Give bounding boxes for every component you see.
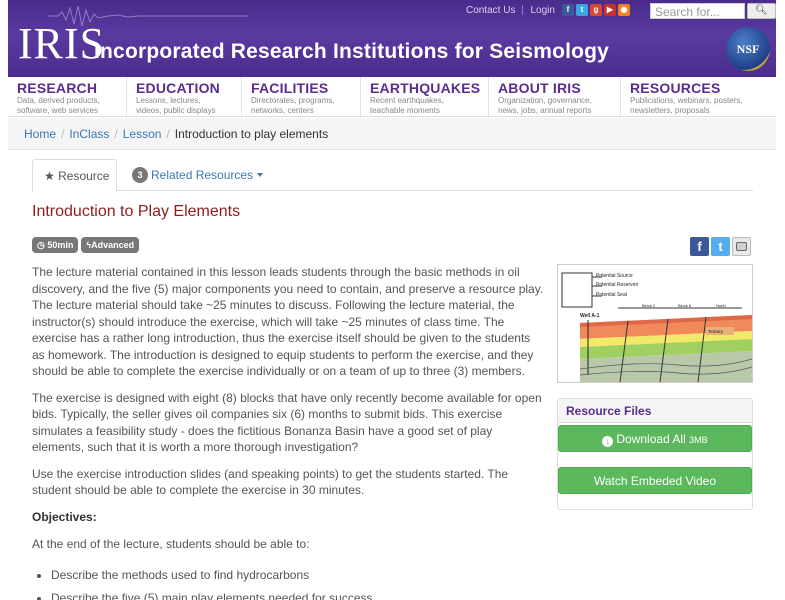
breadcrumb-separator: / (166, 127, 170, 141)
tab-resource-label: Resource (58, 169, 110, 183)
caret-down-icon (257, 173, 264, 177)
breadcrumb: Home / InClass / Lesson / Introduction to play… (8, 118, 776, 150)
search-button[interactable]: 🔍︎ (747, 3, 776, 19)
nav-subtitle: Publications, webinars, posters, (630, 96, 743, 105)
objective-item: Describe the five (5) main play elements… (51, 590, 544, 600)
nav-subtitle: Data, derived products, (17, 96, 100, 105)
nav-title: RESEARCH (17, 80, 98, 96)
nav-subtitle: networks, centers (251, 106, 314, 115)
lesson-labels: ◷ 50min ϟAdvanced (32, 237, 140, 253)
rss-icon[interactable]: ◉ (618, 4, 630, 16)
download-size: 3MB (689, 435, 708, 445)
iris-logo[interactable]: IRIS (18, 22, 105, 66)
nav-resources[interactable]: RESOURCES Publications, webinars, poster… (621, 77, 776, 117)
lesson-thumbnail[interactable]: Potential Source Potential Reservoir Pot… (557, 264, 753, 383)
download-all-button[interactable]: ↓ Download All 3MB (558, 425, 752, 452)
watch-video-label: Watch Embeded Video (593, 474, 717, 488)
classroom-share-icon[interactable] (732, 237, 751, 256)
facebook-icon[interactable]: f (562, 4, 574, 16)
nav-title: ABOUT IRIS (498, 80, 581, 96)
nav-title: FACILITIES (251, 80, 329, 96)
duration-badge: ◷ 50min (32, 237, 79, 253)
nav-research[interactable]: RESEARCH Data, derived products, softwar… (8, 77, 127, 117)
nsf-logo[interactable]: NSF (726, 27, 770, 71)
breadcrumb-separator: / (114, 127, 118, 141)
main-navigation: RESEARCH Data, derived products, softwar… (8, 77, 776, 117)
description-paragraph: Use the exercise introduction slides (an… (32, 466, 509, 498)
duration-text: 50min (47, 240, 74, 250)
nav-title: EDUCATION (136, 80, 220, 96)
level-text: Advanced (91, 240, 135, 250)
youtube-icon[interactable]: ▶ (604, 4, 616, 16)
resource-files-panel: Resource Files ↓ Download All 3MB Watch E… (557, 398, 753, 510)
breadcrumb-inclass[interactable]: InClass (69, 127, 109, 141)
login-link[interactable]: Login (530, 5, 554, 16)
nav-title: EARTHQUAKES (370, 80, 481, 96)
top-links: Contact Us Login (466, 5, 555, 16)
site-header: IRIS Incorporated Research Institutions … (8, 0, 776, 77)
lesson-description: The lecture material contained in this l… (32, 264, 544, 600)
star-icon: ★ (44, 169, 55, 183)
nav-subtitle: teachable moments (370, 106, 440, 115)
org-title: Incorporated Research Institutions for S… (94, 40, 610, 63)
share-buttons: f t (690, 237, 751, 256)
nav-subtitle: videos, public displays (136, 106, 216, 115)
social-icons: f t g ▶ ◉ (562, 4, 630, 16)
legend-seal: Potential Seal (596, 292, 627, 298)
related-count-badge: 3 (132, 167, 148, 183)
nav-subtitle: Organization, governance, (498, 96, 592, 105)
tertiary-label: Tertiary (708, 329, 724, 334)
legend-source: Potential Source (596, 273, 633, 279)
breadcrumb-home[interactable]: Home (24, 127, 56, 141)
twitter-icon[interactable]: t (576, 4, 588, 16)
objectives-list: Describe the methods used to find hydroc… (51, 567, 544, 600)
resource-tabs: ★ Resource 3 Related Resources (32, 159, 753, 192)
level-badge: ϟAdvanced (81, 237, 140, 253)
description-paragraph: The lecture material contained in this l… (32, 265, 544, 378)
search-icon: 🔍︎ (755, 5, 768, 16)
nav-subtitle: newsletters, proposals (630, 106, 710, 115)
description-paragraph: The exercise is designed with eight (8) … (32, 390, 542, 455)
objectives-heading: Objectives: (32, 509, 97, 524)
nav-subtitle: Directorates, programs, (251, 96, 335, 105)
north-label: North (716, 303, 726, 308)
clock-icon: ◷ (37, 240, 45, 250)
nav-title: RESOURCES (630, 80, 721, 96)
twitter-share-icon[interactable]: t (711, 237, 730, 256)
nav-subtitle: news, jobs, annual reports (498, 106, 592, 115)
tab-resource[interactable]: ★ Resource (32, 159, 117, 192)
tab-related-resources[interactable]: 3 Related Resources (132, 159, 264, 191)
legend-reservoir: Potential Reservoir (596, 282, 639, 288)
play-elements-diagram: Potential Source Potential Reservoir Pot… (558, 265, 752, 382)
well-label: Well A-1 (580, 313, 600, 319)
search-input[interactable]: Search for... (650, 3, 745, 19)
screen-icon (736, 242, 747, 251)
nav-subtitle: Recent earthquakes, (370, 96, 444, 105)
nav-about-iris[interactable]: ABOUT IRIS Organization, governance, new… (489, 77, 621, 117)
objectives-intro: At the end of the lecture, students shou… (32, 537, 310, 551)
resource-files-heading: Resource Files (558, 399, 752, 423)
breadcrumb-current: Introduction to play elements (174, 127, 329, 141)
nav-facilities[interactable]: FACILITIES Directorates, programs, netwo… (242, 77, 361, 117)
nav-subtitle: Lessons, lectures, (136, 96, 201, 105)
link-divider (522, 5, 524, 16)
objective-item: Describe the methods used to find hydroc… (51, 567, 544, 584)
block-2-label: Block 2 (642, 303, 656, 308)
page-title: Introduction to Play Elements (32, 203, 241, 220)
nav-education[interactable]: EDUCATION Lessons, lectures, videos, pub… (127, 77, 242, 117)
breadcrumb-separator: / (61, 127, 65, 141)
watch-video-button[interactable]: Watch Embeded Video (558, 467, 752, 494)
tab-related-label: Related Resources (151, 168, 254, 182)
download-label: Download All (616, 432, 686, 446)
download-icon: ↓ (602, 436, 614, 447)
breadcrumb-lesson[interactable]: Lesson (123, 127, 162, 141)
google-plus-icon[interactable]: g (590, 4, 602, 16)
block-6-label: Block 6 (678, 303, 692, 308)
facebook-share-icon[interactable]: f (690, 237, 709, 256)
contact-us-link[interactable]: Contact Us (466, 5, 515, 16)
nav-earthquakes[interactable]: EARTHQUAKES Recent earthquakes, teachabl… (361, 77, 489, 117)
nav-subtitle: software, web services (17, 106, 98, 115)
